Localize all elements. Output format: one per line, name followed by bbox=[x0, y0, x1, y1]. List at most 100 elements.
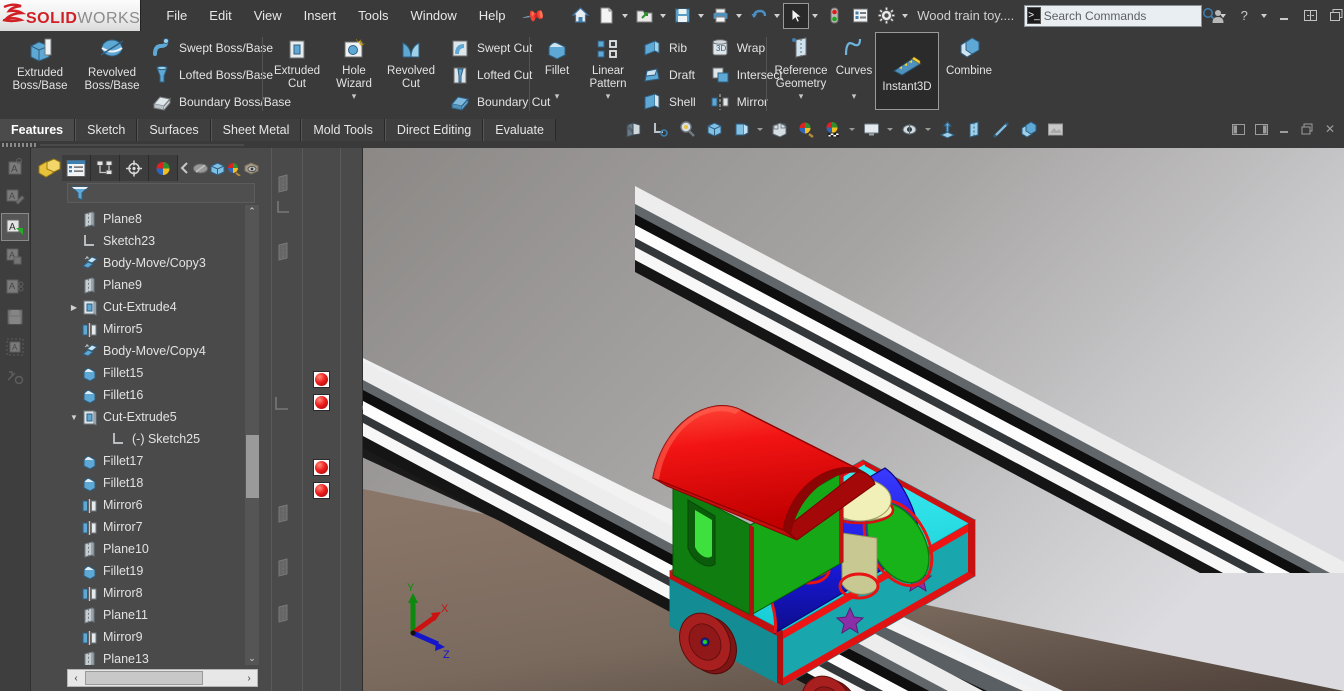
zoom-to-fit-icon[interactable] bbox=[674, 118, 700, 140]
tab-evaluate[interactable]: Evaluate bbox=[483, 119, 556, 141]
tab-sketch[interactable]: Sketch bbox=[75, 119, 138, 141]
dimxpert-manager-tab[interactable] bbox=[120, 155, 149, 181]
tree-row[interactable]: Mirror8 bbox=[67, 582, 255, 604]
rebuild-icon[interactable] bbox=[821, 3, 847, 29]
annotation-insert-icon[interactable]: A bbox=[1, 213, 29, 241]
curves-caret[interactable] bbox=[836, 91, 872, 102]
tree-item[interactable]: ▼ Cut-Extrude5 bbox=[67, 406, 255, 428]
tab-features[interactable]: Features bbox=[0, 119, 76, 141]
menu-view[interactable]: View bbox=[243, 2, 293, 29]
options-list-icon[interactable] bbox=[847, 3, 873, 29]
tree-row[interactable]: Plane9 bbox=[67, 274, 255, 296]
tree-row[interactable]: Fillet16 bbox=[67, 384, 255, 406]
new-document-caret[interactable] bbox=[619, 3, 631, 29]
revolved-cut-button[interactable]: Revolved Cut bbox=[380, 31, 442, 90]
undo-caret[interactable] bbox=[771, 3, 783, 29]
tree-item[interactable]: Plane9 bbox=[67, 274, 255, 296]
tree-item[interactable]: Fillet16 bbox=[67, 384, 255, 406]
reference-geometry-button[interactable]: Reference Geometry bbox=[770, 31, 832, 102]
hscroll-thumb[interactable] bbox=[85, 671, 203, 685]
annotation-tools-icon[interactable] bbox=[2, 364, 28, 390]
tree-row[interactable]: Mirror7 bbox=[67, 516, 255, 538]
tree-row[interactable]: Fillet18 bbox=[67, 472, 255, 494]
tab-mold-tools[interactable]: Mold Tools bbox=[301, 119, 385, 141]
restore-doc-icon[interactable] bbox=[1297, 120, 1317, 138]
new-document-icon[interactable] bbox=[593, 3, 619, 29]
suppressed-marker-icon[interactable] bbox=[313, 459, 330, 476]
menu-tools[interactable]: Tools bbox=[347, 2, 399, 29]
scroll-down-arrow[interactable]: ⌄ bbox=[248, 652, 256, 665]
annotation-balloon-icon[interactable]: A bbox=[2, 244, 28, 270]
graphics-viewport[interactable]: Y X Z bbox=[363, 148, 1344, 691]
configuration-manager-tab[interactable] bbox=[91, 155, 120, 181]
draft-button[interactable]: Draft bbox=[638, 62, 702, 88]
plane-display-icon[interactable] bbox=[961, 118, 987, 140]
hide-show-eye-icon[interactable] bbox=[896, 118, 922, 140]
minimize-doc-icon[interactable] bbox=[1274, 120, 1294, 138]
tree-row[interactable]: Plane10 bbox=[67, 538, 255, 560]
feature-tree-list[interactable]: Plane8 Sketch23 Body-Move/Copy3 Plane9 ▶ Cut-… bbox=[67, 205, 255, 665]
tab-surfaces[interactable]: Surfaces bbox=[137, 119, 211, 141]
collapse-chevron-icon[interactable] bbox=[178, 155, 192, 181]
tree-item[interactable]: Body-Move/Copy3 bbox=[67, 252, 255, 274]
appearance-sphere-icon[interactable] bbox=[226, 155, 243, 181]
tree-row[interactable]: Plane11 bbox=[67, 604, 255, 626]
cube-icon[interactable] bbox=[209, 155, 226, 181]
view-orientation-icon[interactable] bbox=[701, 118, 727, 140]
display-style-caret[interactable] bbox=[755, 118, 765, 140]
panel-left-icon[interactable] bbox=[1228, 120, 1248, 138]
tree-item[interactable]: Fillet18 bbox=[67, 472, 255, 494]
display-style-icon[interactable] bbox=[728, 118, 754, 140]
hide-show-items-icon[interactable] bbox=[766, 118, 792, 140]
tree-row[interactable]: Cut-Extrude4 bbox=[67, 296, 255, 318]
menu-file[interactable]: File bbox=[155, 2, 198, 29]
tree-item[interactable]: Mirror5 bbox=[67, 318, 255, 340]
combine-button[interactable]: Combine bbox=[938, 31, 1000, 78]
tree-item[interactable]: Sketch23 bbox=[67, 230, 255, 252]
annotation-frame-icon[interactable]: A bbox=[2, 334, 28, 360]
tree-row[interactable]: Body-Move/Copy4 bbox=[67, 340, 255, 362]
undo-icon[interactable] bbox=[745, 3, 771, 29]
close-icon[interactable] bbox=[1324, 4, 1344, 28]
tree-row[interactable]: Body-Move/Copy3 bbox=[67, 252, 255, 274]
tree-item[interactable]: Mirror8 bbox=[67, 582, 255, 604]
tree-item[interactable]: Mirror7 bbox=[67, 516, 255, 538]
tree-row[interactable]: Fillet17 bbox=[67, 450, 255, 472]
tree-row[interactable]: Mirror6 bbox=[67, 494, 255, 516]
tree-row[interactable]: Sketch23 bbox=[67, 230, 255, 252]
search-input[interactable] bbox=[1043, 8, 1199, 23]
tree-item[interactable]: ▶ Cut-Extrude4 bbox=[67, 296, 255, 318]
rib-button[interactable]: Rib bbox=[638, 35, 702, 61]
tree-row[interactable]: Fillet19 bbox=[67, 560, 255, 582]
feature-manager-tab[interactable] bbox=[36, 155, 62, 181]
print-icon[interactable] bbox=[707, 3, 733, 29]
tree-row[interactable]: Mirror5 bbox=[67, 318, 255, 340]
display-manager-tab[interactable] bbox=[149, 155, 178, 181]
annotation-note-icon[interactable]: A bbox=[2, 154, 28, 180]
home-icon[interactable] bbox=[567, 3, 593, 29]
hole-wizard-button[interactable]: Hole Wizard bbox=[328, 31, 380, 102]
help-question-icon[interactable]: ? bbox=[1232, 4, 1256, 28]
expander-collapse-icon[interactable]: ▼ bbox=[69, 406, 79, 428]
hscroll-left-arrow[interactable]: ‹ bbox=[68, 673, 84, 684]
tree-row[interactable]: Plane8 bbox=[67, 208, 255, 230]
suppressed-marker-icon[interactable] bbox=[313, 394, 330, 411]
save-caret[interactable] bbox=[695, 3, 707, 29]
exploded-view-icon[interactable] bbox=[934, 118, 960, 140]
property-manager-tab[interactable] bbox=[62, 155, 91, 181]
gear-icon[interactable] bbox=[873, 3, 899, 29]
menu-edit[interactable]: Edit bbox=[198, 2, 242, 29]
select-caret[interactable] bbox=[809, 3, 821, 29]
save-icon[interactable] bbox=[669, 3, 695, 29]
view-settings-icon[interactable] bbox=[858, 118, 884, 140]
open-folder-caret[interactable] bbox=[657, 3, 669, 29]
search-commands-box[interactable]: >_ bbox=[1024, 4, 1216, 27]
edit-appearance-icon[interactable] bbox=[793, 118, 819, 140]
open-folder-icon[interactable] bbox=[631, 3, 657, 29]
feature-filter-bar[interactable] bbox=[67, 183, 255, 203]
tree-row[interactable]: Fillet15 bbox=[67, 362, 255, 384]
suppressed-marker-icon[interactable] bbox=[313, 371, 330, 388]
tree-item[interactable]: Plane13 bbox=[67, 648, 255, 665]
tree-item[interactable]: Fillet15 bbox=[67, 362, 255, 384]
measure-icon[interactable] bbox=[647, 118, 673, 140]
